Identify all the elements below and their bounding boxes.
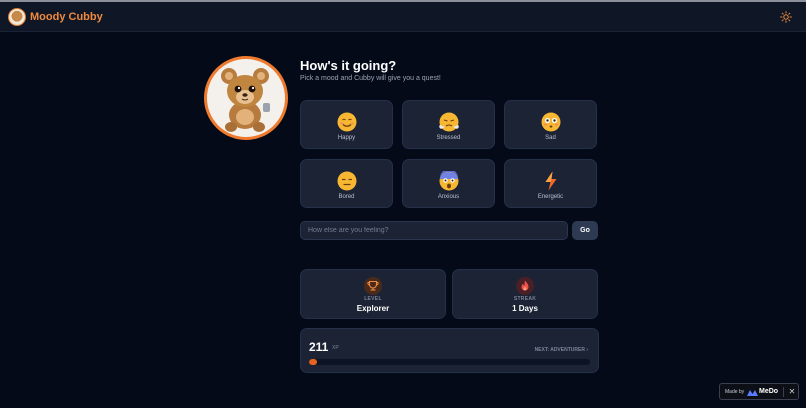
smiling-face-icon — [337, 112, 356, 132]
medo-logo-icon — [747, 390, 758, 396]
badge-divider — [783, 387, 784, 397]
custom-mood-input[interactable] — [300, 221, 568, 240]
trophy-icon — [367, 280, 379, 291]
level-value: Explorer — [356, 304, 390, 313]
bear-logo-icon[interactable] — [8, 8, 26, 26]
xp-progress-fill — [309, 359, 318, 365]
streak-card: STREAK 1 Days — [452, 269, 598, 319]
flushed-face-icon — [541, 112, 560, 132]
page-subtitle: Pick a mood and Cubby will give you a qu… — [300, 75, 441, 82]
next-level-link[interactable]: NEXT: ADVENTURER › — [535, 347, 588, 353]
made-by-label[interactable]: Made by — [725, 389, 744, 395]
xp-unit: XP — [332, 345, 339, 351]
xp-progress-track — [309, 359, 590, 365]
teddy-bear-image — [221, 68, 270, 132]
mood-card-sad[interactable]: Sad — [504, 100, 597, 149]
mood-label: Bored — [338, 194, 355, 200]
lightning-bolt-icon — [545, 171, 556, 191]
go-button[interactable]: Go — [572, 221, 598, 240]
flame-icon — [521, 280, 529, 291]
page-title: How's it going? — [300, 58, 397, 73]
app-header: Moody Cubby — [0, 2, 806, 32]
medo-brand[interactable]: MeDo — [759, 388, 778, 395]
mood-card-anxious[interactable]: Anxious — [402, 159, 495, 208]
sun-icon[interactable] — [780, 11, 792, 23]
app-title[interactable]: Moody Cubby — [30, 11, 103, 23]
mood-card-bored[interactable]: Bored — [300, 159, 393, 208]
mood-card-stressed[interactable]: Stressed — [402, 100, 495, 149]
xp-value: 211 — [309, 340, 329, 354]
mood-card-happy[interactable]: Happy — [300, 100, 393, 149]
mood-label: Energetic — [537, 194, 564, 200]
steaming-face-icon — [438, 112, 459, 132]
streak-caption: STREAK — [513, 296, 537, 302]
mood-label: Anxious — [437, 194, 460, 200]
xp-card: 211 XP NEXT: ADVENTURER › — [300, 328, 599, 373]
expressionless-face-icon — [337, 171, 356, 191]
cubby-avatar — [204, 56, 288, 140]
mood-label: Stressed — [436, 135, 461, 141]
level-caption: LEVEL — [364, 296, 382, 302]
close-icon[interactable]: ✕ — [786, 386, 798, 398]
mood-label: Happy — [337, 135, 356, 141]
mood-label: Sad — [545, 135, 556, 141]
streak-value: 1 Days — [512, 304, 538, 313]
level-card: LEVEL Explorer — [300, 269, 446, 319]
screaming-face-icon — [439, 171, 458, 191]
made-by-badge: Made by MeDo ✕ — [719, 383, 799, 400]
mood-card-energetic[interactable]: Energetic — [504, 159, 597, 208]
